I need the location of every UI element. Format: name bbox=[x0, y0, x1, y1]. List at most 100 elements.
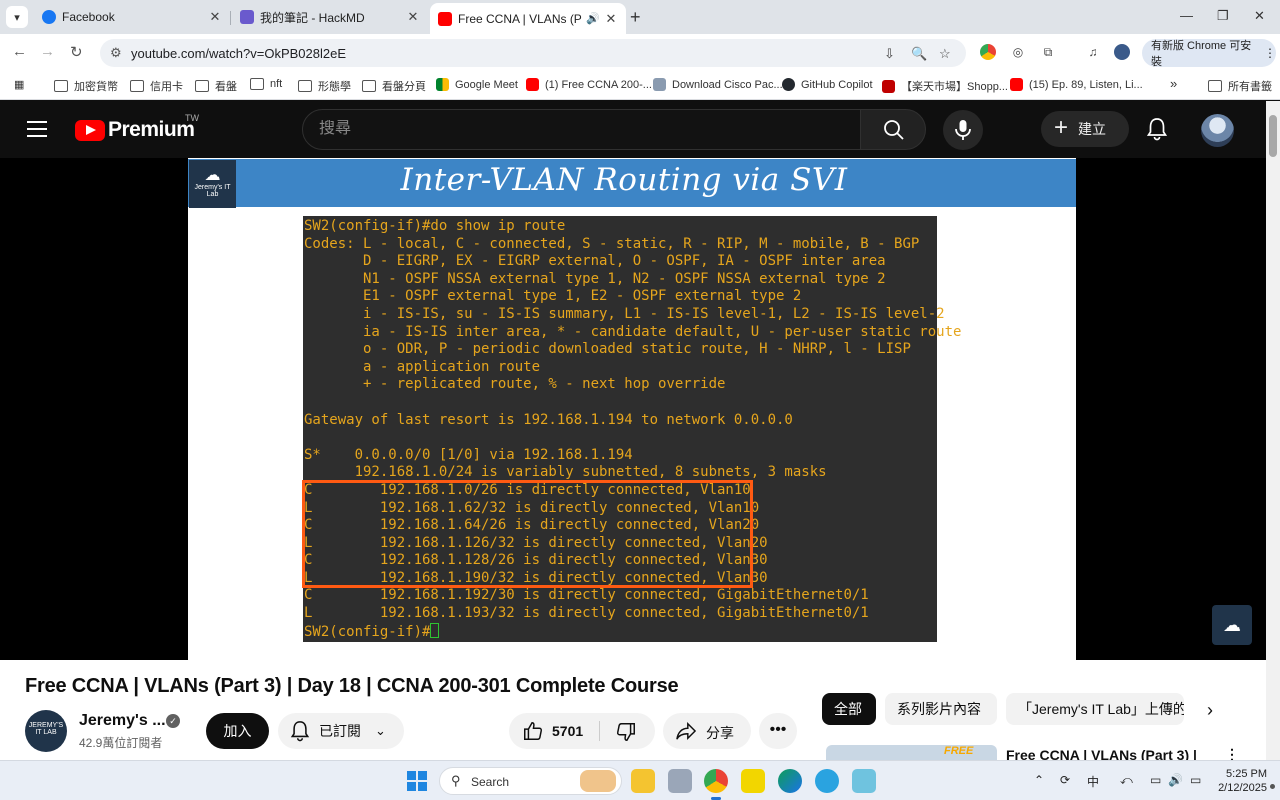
battery-icon[interactable]: ▭ bbox=[1190, 773, 1201, 787]
join-button[interactable]: 加入 bbox=[206, 713, 269, 749]
profile-avatar[interactable] bbox=[1114, 44, 1130, 60]
menu-hamburger-icon[interactable] bbox=[27, 121, 47, 142]
bookmarks-bar: ▦ 加密貨幣 信用卡 看盤 nft 形態學 看盤分頁 Google Meet (… bbox=[0, 72, 1280, 100]
chip-series[interactable]: 系列影片內容 bbox=[885, 693, 997, 725]
windows-start-icon[interactable] bbox=[407, 771, 427, 791]
scrollbar-thumb[interactable] bbox=[1269, 115, 1277, 157]
telegram-icon[interactable] bbox=[815, 769, 839, 793]
network-icon[interactable]: ▭ bbox=[1150, 773, 1161, 787]
bookmark-item[interactable]: Google Meet bbox=[436, 78, 518, 91]
tab-search-button[interactable]: ▾ bbox=[6, 6, 28, 28]
highlight-box bbox=[302, 480, 753, 588]
region-label: TW bbox=[185, 113, 199, 123]
subscribed-button[interactable]: 已訂閱 ⌄ bbox=[278, 713, 404, 749]
share-button[interactable]: 分享 bbox=[663, 713, 751, 749]
channel-avatar[interactable]: JEREMY'S IT LAB bbox=[25, 710, 67, 752]
show-hidden-icons-icon[interactable]: ⌃ bbox=[1034, 773, 1044, 787]
cloud-icon: ☁ bbox=[204, 167, 221, 184]
tab-label: Facebook bbox=[62, 10, 115, 24]
video-player[interactable]: ☁ Jeremy's IT Lab Inter-VLAN Routing via… bbox=[0, 158, 1266, 660]
zoom-icon[interactable]: 🔍 bbox=[911, 46, 927, 62]
extensions-puzzle-icon[interactable]: ⧉ bbox=[1040, 44, 1056, 60]
create-button[interactable]: + 建立 bbox=[1041, 111, 1129, 147]
more-bookmarks-button[interactable]: » bbox=[1170, 76, 1177, 91]
app-icon[interactable] bbox=[668, 769, 692, 793]
extension-color-icon[interactable] bbox=[980, 44, 996, 60]
apps-grid-icon[interactable]: ▦ bbox=[14, 78, 24, 91]
bookmark-item[interactable]: 信用卡 bbox=[130, 78, 183, 94]
maximize-button[interactable]: ❐ bbox=[1217, 8, 1229, 24]
taskbar-search[interactable]: ⚲ Search bbox=[439, 767, 622, 795]
terminal-line: Gateway of last resort is 192.168.1.194 … bbox=[304, 411, 793, 428]
tab-facebook[interactable]: Facebook ✕ bbox=[34, 3, 231, 31]
folder-icon bbox=[54, 80, 68, 92]
site-info-icon[interactable]: ⚙ bbox=[110, 45, 122, 61]
bookmark-item[interactable]: 【楽天市場】Shopp... bbox=[882, 78, 1008, 94]
ime-mode-icon[interactable]: ⤺ bbox=[1120, 773, 1133, 788]
file-explorer-icon[interactable] bbox=[631, 769, 655, 793]
channel-watermark-icon[interactable]: ☁ bbox=[1212, 605, 1252, 645]
tab-label: Free CCNA | VLANs (Part 3) bbox=[458, 11, 582, 26]
install-app-icon[interactable]: ⇩ bbox=[884, 46, 895, 62]
bookmark-item[interactable]: Download Cisco Pac... bbox=[653, 78, 783, 91]
all-bookmarks[interactable]: 所有書籤 bbox=[1208, 78, 1272, 94]
edge-icon[interactable] bbox=[778, 769, 802, 793]
notifications-bell-icon[interactable] bbox=[1146, 117, 1168, 146]
minimize-button[interactable]: — bbox=[1180, 8, 1193, 23]
ime-indicator[interactable]: 中 bbox=[1087, 773, 1099, 790]
new-tab-button[interactable]: + bbox=[630, 7, 641, 28]
close-icon[interactable]: ✕ bbox=[604, 11, 618, 27]
sticky-app-icon[interactable] bbox=[741, 769, 765, 793]
chip-uploads[interactable]: 「Jeremy's IT Lab」上傳的 bbox=[1006, 693, 1184, 725]
bookmark-label: 加密貨幣 bbox=[74, 81, 118, 93]
tab-hackmd[interactable]: 我的筆記 - HackMD ✕ bbox=[232, 3, 428, 31]
bookmark-label: (1) Free CCNA 200-... bbox=[545, 78, 652, 91]
recommended-thumbnail[interactable]: FREE bbox=[826, 745, 997, 760]
close-icon[interactable]: ✕ bbox=[208, 9, 222, 25]
bookmark-item[interactable]: (1) Free CCNA 200-... bbox=[526, 78, 652, 91]
speaker-icon[interactable]: 🔊 bbox=[582, 12, 604, 25]
close-icon[interactable]: ✕ bbox=[406, 9, 420, 25]
search-input[interactable] bbox=[319, 120, 839, 138]
chip-all[interactable]: 全部 bbox=[822, 693, 876, 725]
page-scrollbar[interactable] bbox=[1266, 101, 1280, 760]
system-clock[interactable]: 5:25 PM 2/12/2025 bbox=[1213, 767, 1267, 795]
meet-icon bbox=[436, 78, 449, 91]
youtube-logo-icon[interactable] bbox=[75, 120, 105, 141]
youtube-header: Premium TW + 建立 bbox=[0, 101, 1266, 158]
thumbs-down-icon[interactable] bbox=[615, 721, 637, 743]
terminal-line: + - replicated route, % - next hop overr… bbox=[304, 376, 726, 393]
extension-icon[interactable]: ◎ bbox=[1010, 44, 1026, 60]
bookmark-item[interactable]: GitHub Copilot bbox=[782, 78, 873, 91]
voice-search-button[interactable] bbox=[943, 110, 983, 150]
notification-dot[interactable] bbox=[1270, 784, 1275, 789]
search-button[interactable] bbox=[860, 109, 926, 150]
volume-icon[interactable]: 🔊 bbox=[1168, 773, 1183, 787]
chrome-update-button[interactable]: 有新版 Chrome 可安裝 ⋮ bbox=[1142, 39, 1276, 68]
chrome-icon[interactable] bbox=[704, 769, 728, 800]
bookmark-star-icon[interactable]: ☆ bbox=[939, 46, 951, 62]
close-window-button[interactable]: ✕ bbox=[1254, 8, 1265, 24]
bookmark-item[interactable]: 形態學 bbox=[298, 78, 351, 94]
bookmark-item[interactable]: nft bbox=[250, 78, 282, 90]
bookmark-item[interactable]: 加密貨幣 bbox=[54, 78, 118, 94]
forward-button[interactable]: → bbox=[40, 43, 55, 60]
media-control-icon[interactable]: ♫ bbox=[1085, 44, 1101, 60]
bookmark-item[interactable]: 看盤分頁 bbox=[362, 78, 426, 94]
bookmark-item[interactable]: (15) Ep. 89, Listen, Li... bbox=[1010, 78, 1143, 91]
tab-youtube[interactable]: Free CCNA | VLANs (Part 3) 🔊 ✕ bbox=[430, 3, 626, 34]
thumbs-up-icon[interactable] bbox=[522, 720, 544, 742]
back-button[interactable]: ← bbox=[12, 43, 27, 60]
notepad-icon[interactable] bbox=[852, 769, 876, 793]
chevron-right-icon[interactable]: › bbox=[1207, 700, 1213, 721]
reload-button[interactable]: ↻ bbox=[70, 43, 83, 61]
more-actions-button[interactable]: ••• bbox=[759, 713, 797, 749]
bookmark-item[interactable]: 看盤 bbox=[195, 78, 237, 94]
sync-icon[interactable]: ⟳ bbox=[1060, 773, 1070, 787]
youtube-premium-logo[interactable]: Premium bbox=[108, 118, 195, 142]
channel-name[interactable]: Jeremy's ... bbox=[79, 712, 166, 730]
address-bar[interactable]: ⚙ youtube.com/watch?v=OkPB028l2eE ⇩ 🔍 ☆ bbox=[100, 39, 966, 67]
like-count[interactable]: 5701 bbox=[552, 723, 583, 739]
youtube-icon bbox=[1010, 78, 1023, 91]
account-avatar[interactable] bbox=[1201, 114, 1234, 147]
